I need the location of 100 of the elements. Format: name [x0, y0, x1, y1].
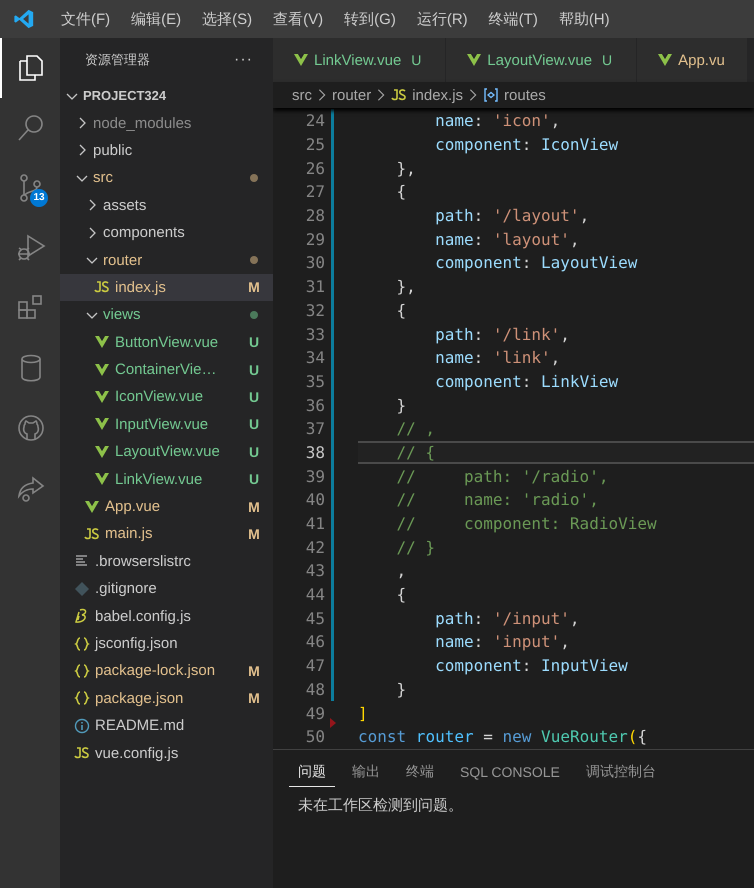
code-line: path: '/link', — [434, 324, 571, 346]
tree-item[interactable]: views — [60, 301, 273, 329]
braces-icon — [74, 662, 90, 679]
line-number: 39 — [304, 466, 325, 486]
code-line: name: 'icon', — [434, 110, 562, 132]
menu-item[interactable]: 编辑(E) — [123, 10, 190, 28]
vue-icon — [94, 362, 110, 378]
tree-item[interactable]: .browserslistrc — [60, 548, 273, 576]
code-line: component: IconView — [434, 134, 620, 156]
panel-tab[interactable]: 调试控制台 — [576, 757, 665, 787]
code-line: name: 'input', — [434, 631, 571, 654]
status-dot — [250, 174, 258, 182]
more-actions-button[interactable]: ··· — [230, 51, 257, 69]
line-number: 43 — [304, 561, 325, 580]
tree-item[interactable]: node_modules — [60, 109, 273, 137]
js-icon — [74, 745, 90, 762]
code-line: component: InputView — [434, 655, 629, 678]
line-number: 50 — [304, 727, 325, 746]
tree-item[interactable]: LinkView.vue U — [60, 465, 273, 493]
line-number: 46 — [304, 632, 325, 652]
line-number: 32 — [304, 300, 325, 320]
panel-tab[interactable]: SQL CONSOLE — [451, 758, 569, 786]
tree-item[interactable]: LayoutView.vue U — [60, 438, 273, 466]
diamond-icon — [74, 580, 90, 597]
js-icon — [84, 526, 100, 542]
line-number: 31 — [304, 277, 325, 296]
panel-tab[interactable]: 问题 — [289, 757, 335, 787]
status-dot — [250, 310, 258, 319]
tree-item[interactable]: .gitignore — [60, 575, 273, 602]
code-line: // name: 'radio', — [396, 489, 600, 512]
tree-item[interactable]: public — [60, 136, 273, 164]
breadcrumb-item[interactable]: index.js — [412, 86, 464, 104]
github-icon[interactable] — [15, 412, 47, 444]
tree-item[interactable]: ContainerVie… U — [60, 356, 273, 384]
tree-item[interactable]: assets — [60, 192, 273, 219]
symbol-icon — [483, 87, 500, 103]
panel-tab[interactable]: 终端 — [397, 757, 443, 787]
tree-item[interactable]: router — [60, 246, 273, 274]
code-line: } — [396, 394, 408, 417]
js-icon — [94, 279, 110, 296]
tree-item[interactable]: babel.config.js — [60, 602, 273, 630]
code-line: component: LayoutView — [434, 252, 638, 274]
tree-item[interactable]: InputView.vue U — [60, 410, 273, 438]
vue-icon — [94, 444, 110, 460]
editor-tab[interactable]: LayoutView.vue U — [446, 38, 636, 82]
tree-item[interactable]: package.json M — [60, 684, 273, 712]
menu-item[interactable]: 帮助(H) — [550, 10, 618, 28]
tree-root[interactable]: PROJECT324 — [60, 82, 273, 110]
vue-icon — [293, 52, 309, 68]
line-number: 24 — [304, 111, 325, 130]
tree-item[interactable]: components — [60, 218, 273, 246]
editor-tab[interactable]: App.vu — [637, 38, 747, 82]
menu-item[interactable]: 选择(S) — [194, 10, 260, 28]
tree-item[interactable]: main.js M — [60, 520, 273, 548]
panel-message: 未在工作区检测到问题。 — [297, 796, 464, 816]
code-line: }, — [396, 276, 417, 298]
breadcrumb-item[interactable]: router — [332, 86, 372, 104]
panel-tab[interactable]: 输出 — [343, 757, 389, 787]
count-badge: 13 — [30, 189, 48, 207]
code-line: }, — [396, 158, 417, 180]
menu-item[interactable]: 终端(T) — [480, 10, 546, 28]
tree-item[interactable]: IconView.vue U — [60, 383, 273, 411]
menu-item[interactable]: 查看(V) — [265, 10, 332, 28]
line-number: 48 — [304, 680, 325, 699]
tree-item[interactable]: src — [60, 164, 273, 192]
code-line: path: '/layout', — [434, 205, 590, 228]
braces-icon — [74, 636, 90, 652]
code-line: } — [396, 678, 408, 701]
code-line: path: '/input', — [434, 608, 581, 630]
line-number: 35 — [304, 372, 325, 391]
panel-title: 资源管理器 — [85, 51, 150, 69]
tree-item[interactable]: index.js M — [60, 274, 273, 302]
line-number: 25 — [304, 135, 325, 154]
braces-icon — [74, 690, 90, 706]
code-line: ] — [358, 702, 369, 725]
menu-item[interactable]: 转到(G) — [336, 10, 404, 28]
tree-item[interactable]: ButtonView.vue U — [60, 328, 273, 356]
line-number: 45 — [304, 608, 325, 628]
breadcrumb-item[interactable]: src — [292, 86, 312, 104]
editor-tab[interactable]: LinkView.vue U — [273, 38, 446, 82]
line-number: 41 — [304, 514, 325, 534]
logo-icon — [13, 8, 35, 30]
line-number: 36 — [304, 396, 325, 415]
vue-icon — [466, 52, 482, 68]
code-line: component: LinkView — [434, 370, 620, 393]
breadcrumb-item[interactable]: routes — [504, 86, 546, 104]
tree-item[interactable]: App.vue M — [60, 492, 273, 520]
menu-item[interactable]: 文件(F) — [53, 10, 118, 28]
menu-item[interactable]: 运行(R) — [408, 10, 476, 28]
line-number: 26 — [304, 158, 325, 178]
tree-item[interactable]: README.md — [60, 712, 273, 740]
line-number: 29 — [304, 230, 325, 249]
tree-item[interactable]: jsconfig.json — [60, 630, 273, 658]
line-number: 33 — [304, 324, 325, 344]
code-line: name: 'layout', — [434, 228, 581, 251]
code-line: name: 'link', — [434, 347, 562, 370]
line-number: 38 — [304, 442, 325, 462]
code-line: , — [396, 560, 408, 582]
tree-item[interactable]: package-lock.json M — [60, 657, 273, 685]
tree-item[interactable]: vue.config.js — [60, 739, 273, 767]
